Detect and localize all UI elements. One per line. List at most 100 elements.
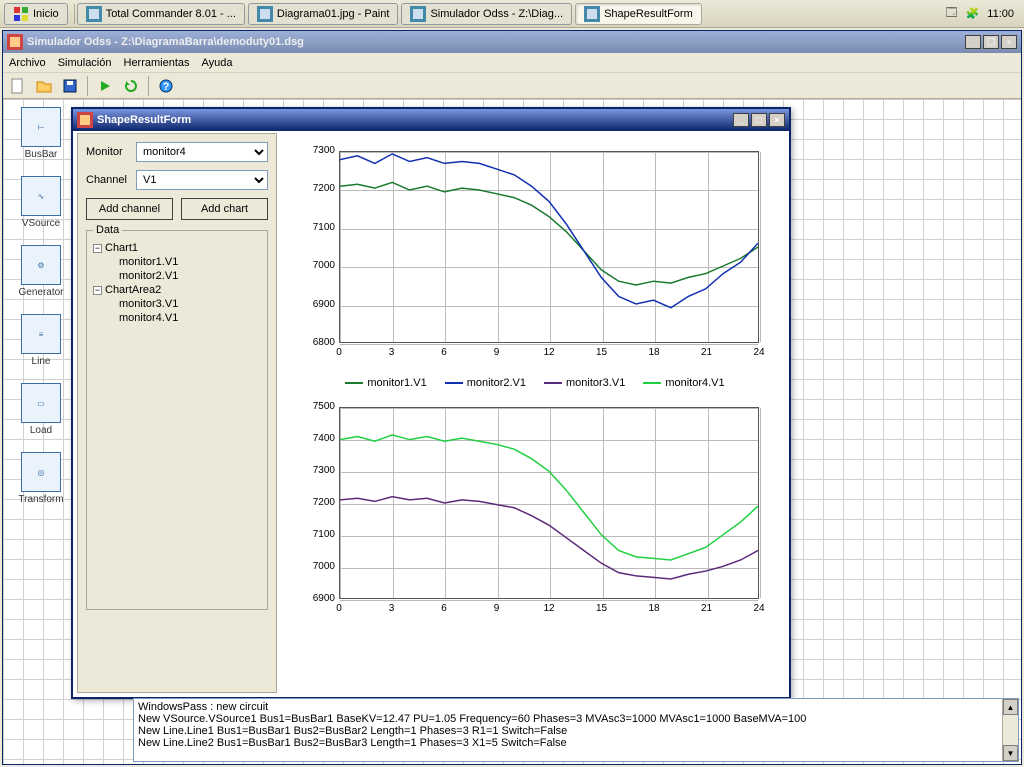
scroll-up-icon[interactable]: ▲ xyxy=(1003,699,1018,715)
system-tray: 🗔 🧩 11:00 xyxy=(946,4,1020,23)
app-icon xyxy=(86,6,102,22)
taskbar-item[interactable]: Simulador Odss - Z:\Diag... xyxy=(401,3,572,25)
inner-close-button[interactable]: × xyxy=(769,113,785,127)
refresh-button[interactable] xyxy=(120,75,142,97)
tree-leaf[interactable]: monitor3.V1 xyxy=(91,297,263,311)
x-tick: 9 xyxy=(487,603,507,614)
legend-label: monitor4.V1 xyxy=(665,377,724,389)
plot-area xyxy=(339,407,759,599)
new-button[interactable] xyxy=(7,75,29,97)
legend-swatch xyxy=(643,382,661,384)
inner-maximize-button[interactable]: □ xyxy=(751,113,767,127)
save-button[interactable] xyxy=(59,75,81,97)
palette-label: VSource xyxy=(22,218,60,229)
taskbar-item-label: Diagrama01.jpg - Paint xyxy=(277,8,390,20)
charts-area: 03691215182124680069007000710072007300 m… xyxy=(283,133,787,693)
restore-button[interactable]: ❐ xyxy=(983,35,999,49)
palette-item[interactable]: ≡ Line xyxy=(11,314,71,367)
open-button[interactable] xyxy=(33,75,55,97)
start-label: Inicio xyxy=(33,8,59,20)
palette-label: BusBar xyxy=(25,149,58,160)
main-titlebar[interactable]: Simulador Odss - Z:\DiagramaBarra\demodu… xyxy=(3,31,1021,53)
tree-leaf[interactable]: monitor2.V1 xyxy=(91,269,263,283)
taskbar-item[interactable]: Total Commander 8.01 - ... xyxy=(77,3,245,25)
toolbar-sep xyxy=(148,76,149,96)
clock: 11:00 xyxy=(987,8,1014,20)
palette-item[interactable]: ⚙Generator xyxy=(11,245,71,298)
x-tick: 18 xyxy=(644,347,664,358)
y-tick: 7500 xyxy=(295,401,335,412)
palette-item[interactable]: ⊢ BusBar xyxy=(11,107,71,160)
add-chart-button[interactable]: Add chart xyxy=(181,198,268,220)
y-tick: 7100 xyxy=(295,529,335,540)
palette-label: Generator xyxy=(18,287,63,298)
help-button[interactable]: ? xyxy=(155,75,177,97)
diagram-canvas[interactable]: ⊢ BusBar ∿VSource ⚙Generator ≡ Line ▭Load ◎Tran… xyxy=(3,99,1021,764)
log-line: New Line.Line2 Bus1=BusBar1 Bus2=BusBar3… xyxy=(138,737,1014,749)
log-line: New Line.Line1 Bus1=BusBar1 Bus2=BusBar2… xyxy=(138,725,1014,737)
taskbar-item[interactable]: Diagrama01.jpg - Paint xyxy=(248,3,399,25)
palette-icon: ≡ xyxy=(21,314,61,354)
add-channel-button[interactable]: Add channel xyxy=(86,198,173,220)
data-tree[interactable]: −Chart1 monitor1.V1 monitor2.V1 −ChartAr… xyxy=(91,241,263,325)
tree-leaf[interactable]: monitor1.V1 xyxy=(91,255,263,269)
log-line: New VSource.VSource1 Bus1=BusBar1 BaseKV… xyxy=(138,713,1014,725)
menu-ayuda[interactable]: Ayuda xyxy=(202,57,233,69)
shaperesultform-titlebar[interactable]: ShapeResultForm _ □ × xyxy=(73,109,789,131)
form-icon xyxy=(77,112,93,128)
app-icon xyxy=(584,6,600,22)
taskbar-separator xyxy=(74,4,75,24)
x-tick: 3 xyxy=(382,347,402,358)
tray-icon[interactable]: 🗔 xyxy=(946,4,958,23)
tree-leaf[interactable]: monitor4.V1 xyxy=(91,311,263,325)
palette-label: Load xyxy=(30,425,52,436)
palette-label: Transform xyxy=(18,494,63,505)
menu-archivo[interactable]: Archivo xyxy=(9,57,46,69)
log-text: WindowsPass : new circuit New VSource.VS… xyxy=(134,699,1018,751)
x-tick: 9 xyxy=(487,347,507,358)
y-tick: 7300 xyxy=(295,465,335,476)
legend-label: monitor3.V1 xyxy=(566,377,625,389)
inner-minimize-button[interactable]: _ xyxy=(733,113,749,127)
log-scrollbar[interactable]: ▲ ▼ xyxy=(1002,699,1018,761)
taskbar-item[interactable]: ShapeResultForm xyxy=(575,3,702,25)
palette-item[interactable]: ◎Transform xyxy=(11,452,71,505)
y-tick: 7400 xyxy=(295,433,335,444)
palette-icon: ⊢ xyxy=(21,107,61,147)
start-button[interactable]: Inicio xyxy=(4,3,68,25)
palette-item[interactable]: ▭Load xyxy=(11,383,71,436)
app-icon xyxy=(410,6,426,22)
palette-label: Line xyxy=(32,356,51,367)
tree-node-chart1[interactable]: −Chart1 xyxy=(91,241,263,255)
tree-node-chartarea2[interactable]: −ChartArea2 xyxy=(91,283,263,297)
channel-select[interactable]: V1 xyxy=(136,170,268,190)
legend-label: monitor1.V1 xyxy=(367,377,426,389)
close-button[interactable]: × xyxy=(1001,35,1017,49)
run-button[interactable] xyxy=(94,75,116,97)
x-tick: 3 xyxy=(382,603,402,614)
chart-legend: monitor1.V1 monitor2.V1 monitor3.V1 moni… xyxy=(283,377,787,389)
toolbar: ? xyxy=(3,73,1021,99)
x-tick: 12 xyxy=(539,603,559,614)
x-tick: 0 xyxy=(329,347,349,358)
legend-label: monitor2.V1 xyxy=(467,377,526,389)
y-tick: 7200 xyxy=(295,183,335,194)
y-tick: 7100 xyxy=(295,222,335,233)
taskbar-item-label: Total Commander 8.01 - ... xyxy=(106,8,236,20)
collapse-icon[interactable]: − xyxy=(93,244,102,253)
scroll-down-icon[interactable]: ▼ xyxy=(1003,745,1018,761)
minimize-button[interactable]: _ xyxy=(965,35,981,49)
menu-simulacion[interactable]: Simulación xyxy=(58,57,112,69)
menu-herramientas[interactable]: Herramientas xyxy=(124,57,190,69)
log-line: WindowsPass : new circuit xyxy=(138,701,1014,713)
y-tick: 7200 xyxy=(295,497,335,508)
monitor-select[interactable]: monitor4 xyxy=(136,142,268,162)
collapse-icon[interactable]: − xyxy=(93,286,102,295)
tray-icon[interactable]: 🧩 xyxy=(966,7,980,20)
channel-label: Channel xyxy=(86,174,130,186)
x-tick: 12 xyxy=(539,347,559,358)
x-tick: 15 xyxy=(592,347,612,358)
palette-item[interactable]: ∿VSource xyxy=(11,176,71,229)
y-tick: 7300 xyxy=(295,145,335,156)
y-tick: 7000 xyxy=(295,561,335,572)
